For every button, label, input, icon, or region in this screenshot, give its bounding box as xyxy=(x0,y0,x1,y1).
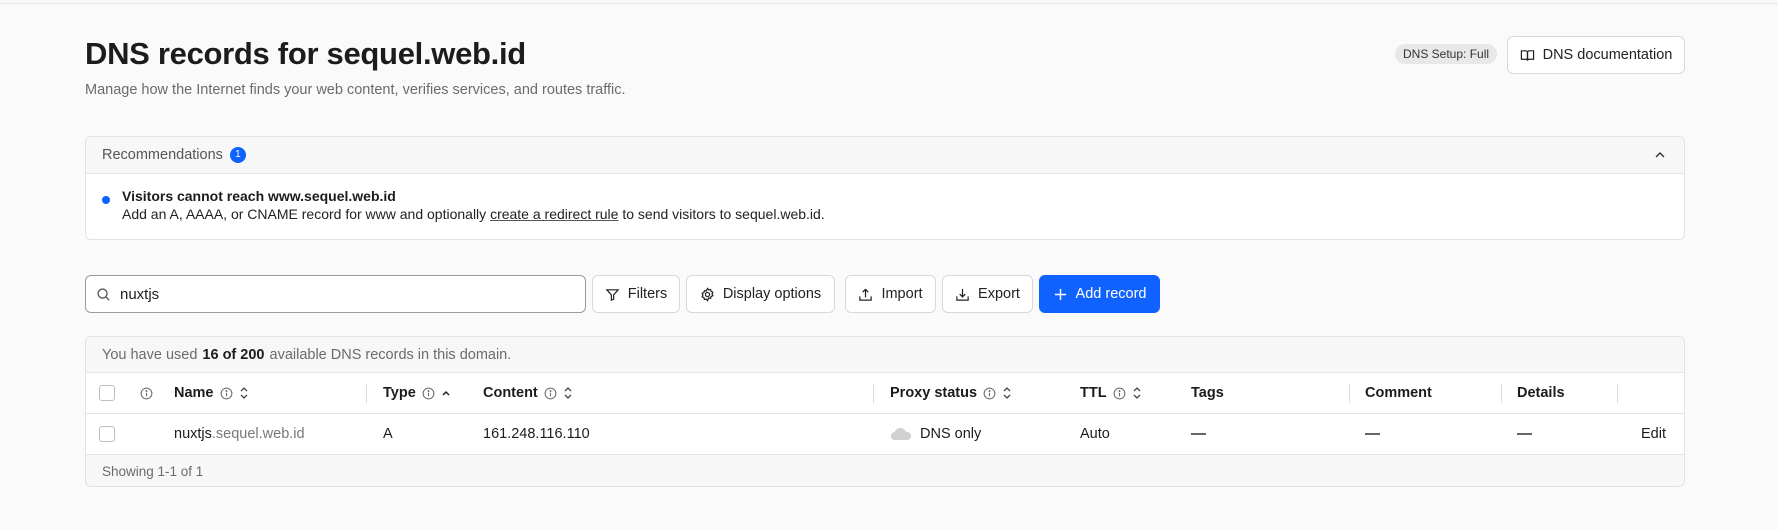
page-title: DNS records for sequel.web.id xyxy=(85,36,526,71)
column-header-name[interactable]: Name xyxy=(174,373,249,413)
recommendation-title: Visitors cannot reach www.sequel.web.id xyxy=(122,188,396,204)
empty-dash xyxy=(1517,433,1532,435)
recommendation-item: Visitors cannot reach www.sequel.web.id … xyxy=(86,174,1684,223)
column-header-tags: Tags xyxy=(1191,373,1224,413)
sort-icon[interactable] xyxy=(239,386,249,400)
cloud-icon xyxy=(890,428,912,440)
export-label: Export xyxy=(978,286,1020,302)
gear-icon xyxy=(701,286,714,302)
column-divider xyxy=(1617,384,1618,403)
import-label: Import xyxy=(881,286,923,302)
recommendations-count-badge: 1 xyxy=(229,147,246,163)
record-comment xyxy=(1365,414,1380,454)
record-tags xyxy=(1191,414,1206,454)
bullet-dot-icon xyxy=(102,196,110,204)
download-icon xyxy=(956,288,969,301)
create-redirect-rule-link[interactable]: create a redirect rule xyxy=(490,206,618,222)
column-comment-label: Comment xyxy=(1365,385,1432,401)
display-options-label: Display options xyxy=(722,286,822,302)
column-header-proxy-status[interactable]: Proxy status xyxy=(890,373,1012,413)
record-ttl: Auto xyxy=(1080,426,1110,442)
header-info-cell xyxy=(140,373,153,413)
row-checkbox[interactable] xyxy=(99,426,115,442)
filters-button[interactable]: Filters xyxy=(592,275,680,313)
column-divider xyxy=(1349,384,1350,403)
row-checkbox-cell xyxy=(99,414,115,454)
recommendation-text: Add an A, AAAA, or CNAME record for www … xyxy=(122,205,1684,223)
usage-count: 16 of 200 xyxy=(202,346,265,363)
display-options-button[interactable]: Display options xyxy=(686,275,835,313)
edit-record-link[interactable]: Edit xyxy=(1641,414,1666,454)
info-icon[interactable] xyxy=(220,387,233,400)
book-icon xyxy=(1520,49,1534,61)
search-field[interactable] xyxy=(85,275,586,313)
table-header: Name Type Content Proxy status TTL Tags xyxy=(86,373,1684,414)
column-type-label: Type xyxy=(383,385,416,401)
info-icon[interactable] xyxy=(140,387,153,400)
top-divider xyxy=(0,0,1778,4)
usage-text-after: available DNS records in this domain. xyxy=(269,346,512,363)
search-input[interactable] xyxy=(120,285,560,303)
dns-setup-badge: DNS Setup: Full xyxy=(1395,44,1498,64)
record-name-domain: .sequel.web.id xyxy=(211,426,305,442)
import-button[interactable]: Import xyxy=(845,275,936,313)
usage-text-before: You have used xyxy=(102,346,198,363)
column-header-ttl[interactable]: TTL xyxy=(1080,373,1142,413)
recommendations-panel: Recommendations 1 Visitors cannot reach … xyxy=(85,136,1685,240)
column-header-details: Details xyxy=(1517,373,1565,413)
empty-dash xyxy=(1191,433,1206,435)
column-divider xyxy=(366,384,367,403)
dns-documentation-label: DNS documentation xyxy=(1542,47,1673,63)
filters-label: Filters xyxy=(627,286,668,302)
table-footer: Showing 1-1 of 1 xyxy=(86,455,1684,486)
column-header-content[interactable]: Content xyxy=(483,373,573,413)
column-header-type[interactable]: Type xyxy=(383,373,451,413)
record-type: A xyxy=(383,426,393,442)
filter-icon xyxy=(605,288,620,301)
add-record-label: Add record xyxy=(1075,286,1147,302)
sort-icon[interactable] xyxy=(1132,386,1142,400)
info-icon[interactable] xyxy=(544,387,557,400)
upload-icon xyxy=(859,287,873,301)
column-tags-label: Tags xyxy=(1191,385,1224,401)
info-icon[interactable] xyxy=(983,387,996,400)
recommendation-text-before: Add an A, AAAA, or CNAME record for www … xyxy=(122,206,491,222)
sort-icon[interactable] xyxy=(563,386,573,400)
empty-dash xyxy=(1365,433,1380,435)
sort-icon[interactable] xyxy=(1002,386,1012,400)
recommendations-title: Recommendations xyxy=(102,147,223,163)
recommendation-text-after: to send visitors to sequel.web.id. xyxy=(618,206,825,222)
column-divider xyxy=(873,384,874,403)
record-name: nuxtjs .sequel.web.id xyxy=(174,414,305,454)
add-record-button[interactable]: Add record xyxy=(1039,275,1160,313)
select-all-checkbox-cell xyxy=(99,373,115,413)
proxy-status-label: DNS only xyxy=(920,426,982,442)
usage-summary: You have used 16 of 200 available DNS re… xyxy=(86,337,1684,373)
dns-records-table: You have used 16 of 200 available DNS re… xyxy=(85,336,1685,487)
recommendations-header[interactable]: Recommendations 1 xyxy=(86,137,1684,174)
column-divider xyxy=(1501,384,1502,403)
record-details xyxy=(1517,414,1532,454)
export-button[interactable]: Export xyxy=(942,275,1033,313)
page-subtitle: Manage how the Internet finds your web c… xyxy=(85,82,626,98)
info-icon[interactable] xyxy=(422,387,435,400)
record-proxy-status: DNS only xyxy=(890,414,981,454)
column-header-comment: Comment xyxy=(1365,373,1432,413)
sort-ascending-icon[interactable] xyxy=(441,386,451,400)
column-content-label: Content xyxy=(483,385,538,401)
pagination-summary: Showing 1-1 of 1 xyxy=(102,464,204,479)
plus-icon xyxy=(1054,288,1066,300)
chevron-up-icon[interactable] xyxy=(1652,147,1668,163)
select-all-checkbox[interactable] xyxy=(99,385,115,401)
column-ttl-label: TTL xyxy=(1080,385,1107,401)
dns-documentation-button[interactable]: DNS documentation xyxy=(1507,36,1685,74)
table-row[interactable]: nuxtjs .sequel.web.id A 161.248.116.110 D… xyxy=(86,414,1684,455)
record-content: 161.248.116.110 xyxy=(483,426,590,442)
record-name-subdomain: nuxtjs xyxy=(174,426,212,442)
info-icon[interactable] xyxy=(1113,387,1126,400)
column-proxy-status-label: Proxy status xyxy=(890,385,978,401)
column-name-label: Name xyxy=(174,385,214,401)
search-icon xyxy=(97,287,110,301)
column-details-label: Details xyxy=(1517,385,1565,401)
